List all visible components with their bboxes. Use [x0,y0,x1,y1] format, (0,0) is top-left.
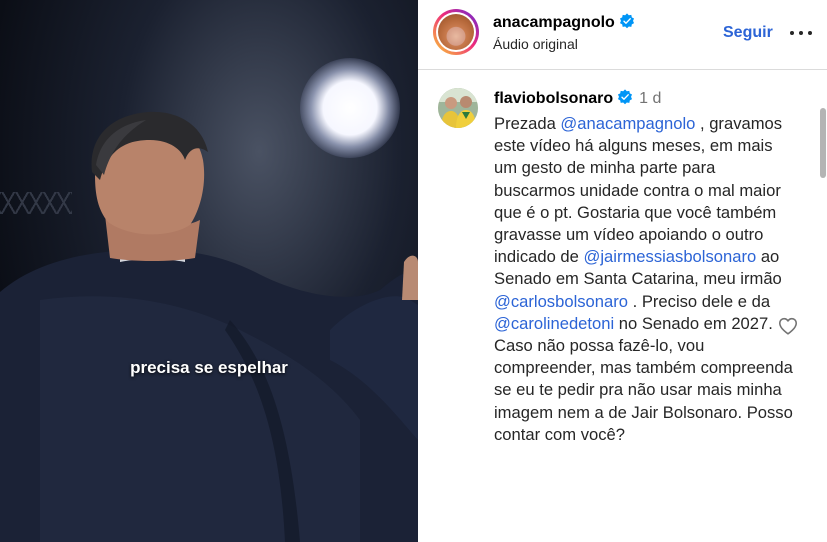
more-options-icon[interactable] [790,22,814,42]
comment-text: Prezada @anacampagnolo , gravamos este v… [494,113,794,446]
comments-scrollbar[interactable] [820,108,826,178]
comment-text-part: . Preciso dele e da [628,291,771,311]
author-avatar[interactable] [433,9,479,55]
follow-button[interactable]: Seguir [723,24,773,42]
commenter-username[interactable]: flaviobolsonaro [494,90,613,107]
author-username[interactable]: anacampagnolo [493,14,615,31]
video-caption: precisa se espelhar [130,358,288,377]
post-side-panel: anacampagnolo Áudio original Seguir flav… [418,0,827,542]
comment-text-part: Caso não possa fazê-lo, vou compreender,… [494,336,793,444]
comment-header: flaviobolsonaro 1 d [494,89,661,108]
video-person [0,111,418,542]
comment-text-part: , gravamos este vídeo há alguns meses, e… [494,114,783,267]
commenter-avatar[interactable] [438,88,478,128]
mention-link[interactable]: @carlosbolsonaro [494,292,628,311]
commenter-avatar-image [438,88,478,128]
heart-icon[interactable] [777,315,799,337]
verified-badge-icon [618,89,633,105]
comment-timestamp[interactable]: 1 d [639,90,661,107]
mention-link[interactable]: @anacampagnolo [560,114,695,133]
author-username-row[interactable]: anacampagnolo [493,13,635,32]
original-audio-link[interactable]: Áudio original [493,36,578,52]
video-player[interactable]: precisa se espelhar [0,0,418,542]
mention-link[interactable]: @jairmessiasbolsonaro [584,247,757,266]
post-header: anacampagnolo Áudio original Seguir [418,0,827,70]
mention-link[interactable]: @carolinedetoni [494,314,614,333]
comment-text-part: Prezada [494,114,561,133]
verified-badge-icon [619,13,634,29]
comment-text-part: no Senado em 2027. [614,313,773,333]
